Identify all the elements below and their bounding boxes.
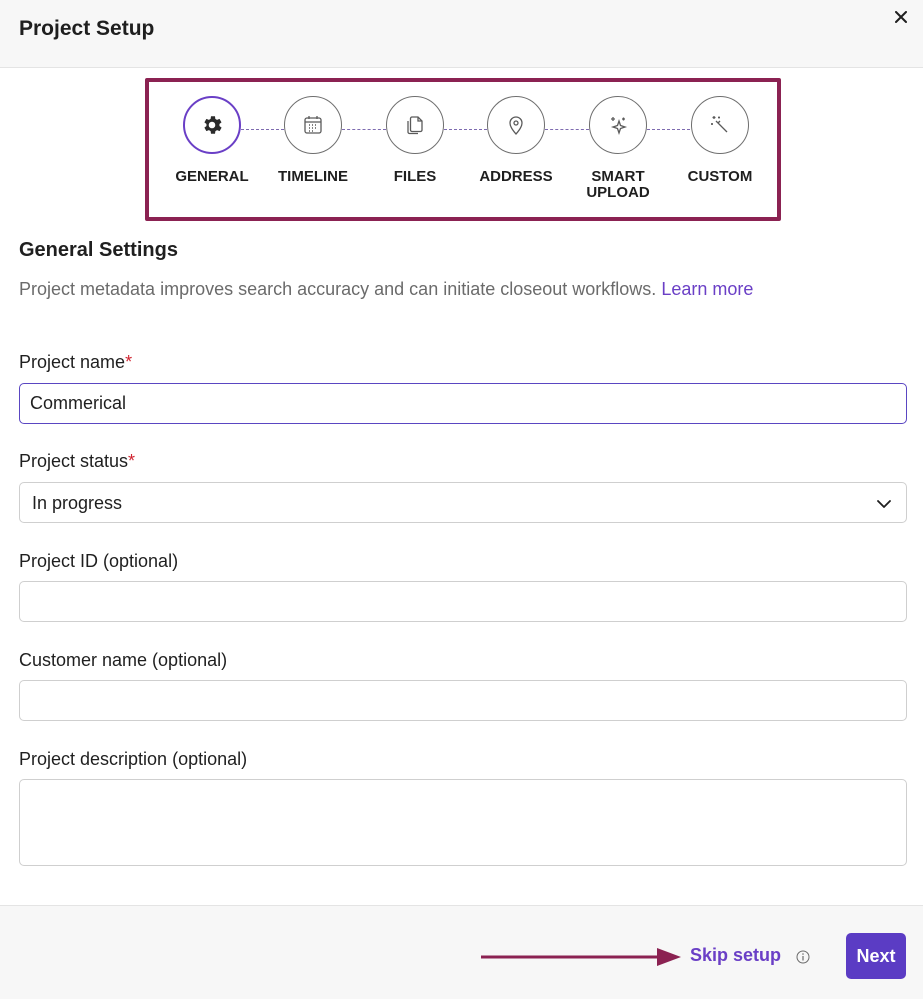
step-general-circle: [183, 96, 241, 154]
step-address-label: ADDRESS: [479, 168, 553, 185]
dialog-title: Project Setup: [19, 17, 155, 40]
close-button[interactable]: [889, 6, 913, 30]
customer-name-input[interactable]: [19, 680, 907, 721]
project-status-label: Project status*: [19, 451, 135, 472]
files-icon: [407, 116, 423, 135]
learn-more-link[interactable]: Learn more: [661, 279, 753, 299]
step-general-label: GENERAL: [175, 168, 249, 185]
step-connector: [241, 129, 284, 130]
skip-setup-link[interactable]: Skip setup: [690, 945, 781, 966]
project-id-label: Project ID (optional): [19, 551, 179, 571]
step-files-circle: [386, 96, 444, 154]
magic-wand-icon: [711, 116, 728, 133]
required-marker: *: [125, 352, 133, 372]
location-pin-icon: [509, 116, 523, 135]
project-name-label: Project name*: [19, 352, 132, 373]
annotation-arrow: [481, 948, 681, 966]
calendar-icon: [304, 116, 322, 134]
step-smart-upload-circle: [589, 96, 647, 154]
project-status-label-text: Project status: [19, 451, 129, 471]
gear-icon: [204, 116, 222, 134]
step-connector: [444, 129, 487, 130]
step-connector: [342, 129, 386, 130]
step-connector: [647, 129, 690, 130]
setup-stepper: GENERAL TIMELINE FILES ADDRESS SMART UPL…: [145, 78, 781, 221]
dialog-header: Project Setup: [0, 0, 923, 68]
step-custom-label: CUSTOM: [687, 168, 753, 185]
next-button[interactable]: Next: [846, 933, 906, 979]
dialog-footer: [0, 905, 923, 999]
step-address-circle: [487, 96, 545, 154]
step-connector: [545, 129, 589, 130]
step-custom-circle: [691, 96, 749, 154]
project-status-value: In progress: [32, 493, 123, 513]
project-status-select[interactable]: In progress: [19, 482, 907, 523]
step-timeline-label: TIMELINE: [278, 168, 348, 185]
required-marker: *: [128, 451, 136, 471]
project-description-textarea[interactable]: [19, 779, 907, 866]
step-timeline-circle: [284, 96, 342, 154]
section-description-text: Project metadata improves search accurac…: [19, 279, 657, 299]
project-name-label-text: Project name: [19, 352, 126, 372]
customer-name-label: Customer name (optional): [19, 650, 228, 670]
sparkles-icon: [610, 117, 628, 136]
project-name-input[interactable]: [19, 383, 907, 424]
chevron-down-icon: [877, 500, 891, 508]
close-icon: [895, 10, 907, 23]
info-icon[interactable]: [796, 950, 810, 964]
section-description: Project metadata improves search accurac…: [19, 279, 753, 300]
section-title: General Settings: [19, 239, 178, 261]
step-smart-upload-label: SMART UPLOAD: [586, 168, 650, 201]
project-description-label: Project description (optional): [19, 749, 248, 769]
step-files-label: FILES: [393, 168, 437, 185]
project-id-input[interactable]: [19, 581, 907, 622]
